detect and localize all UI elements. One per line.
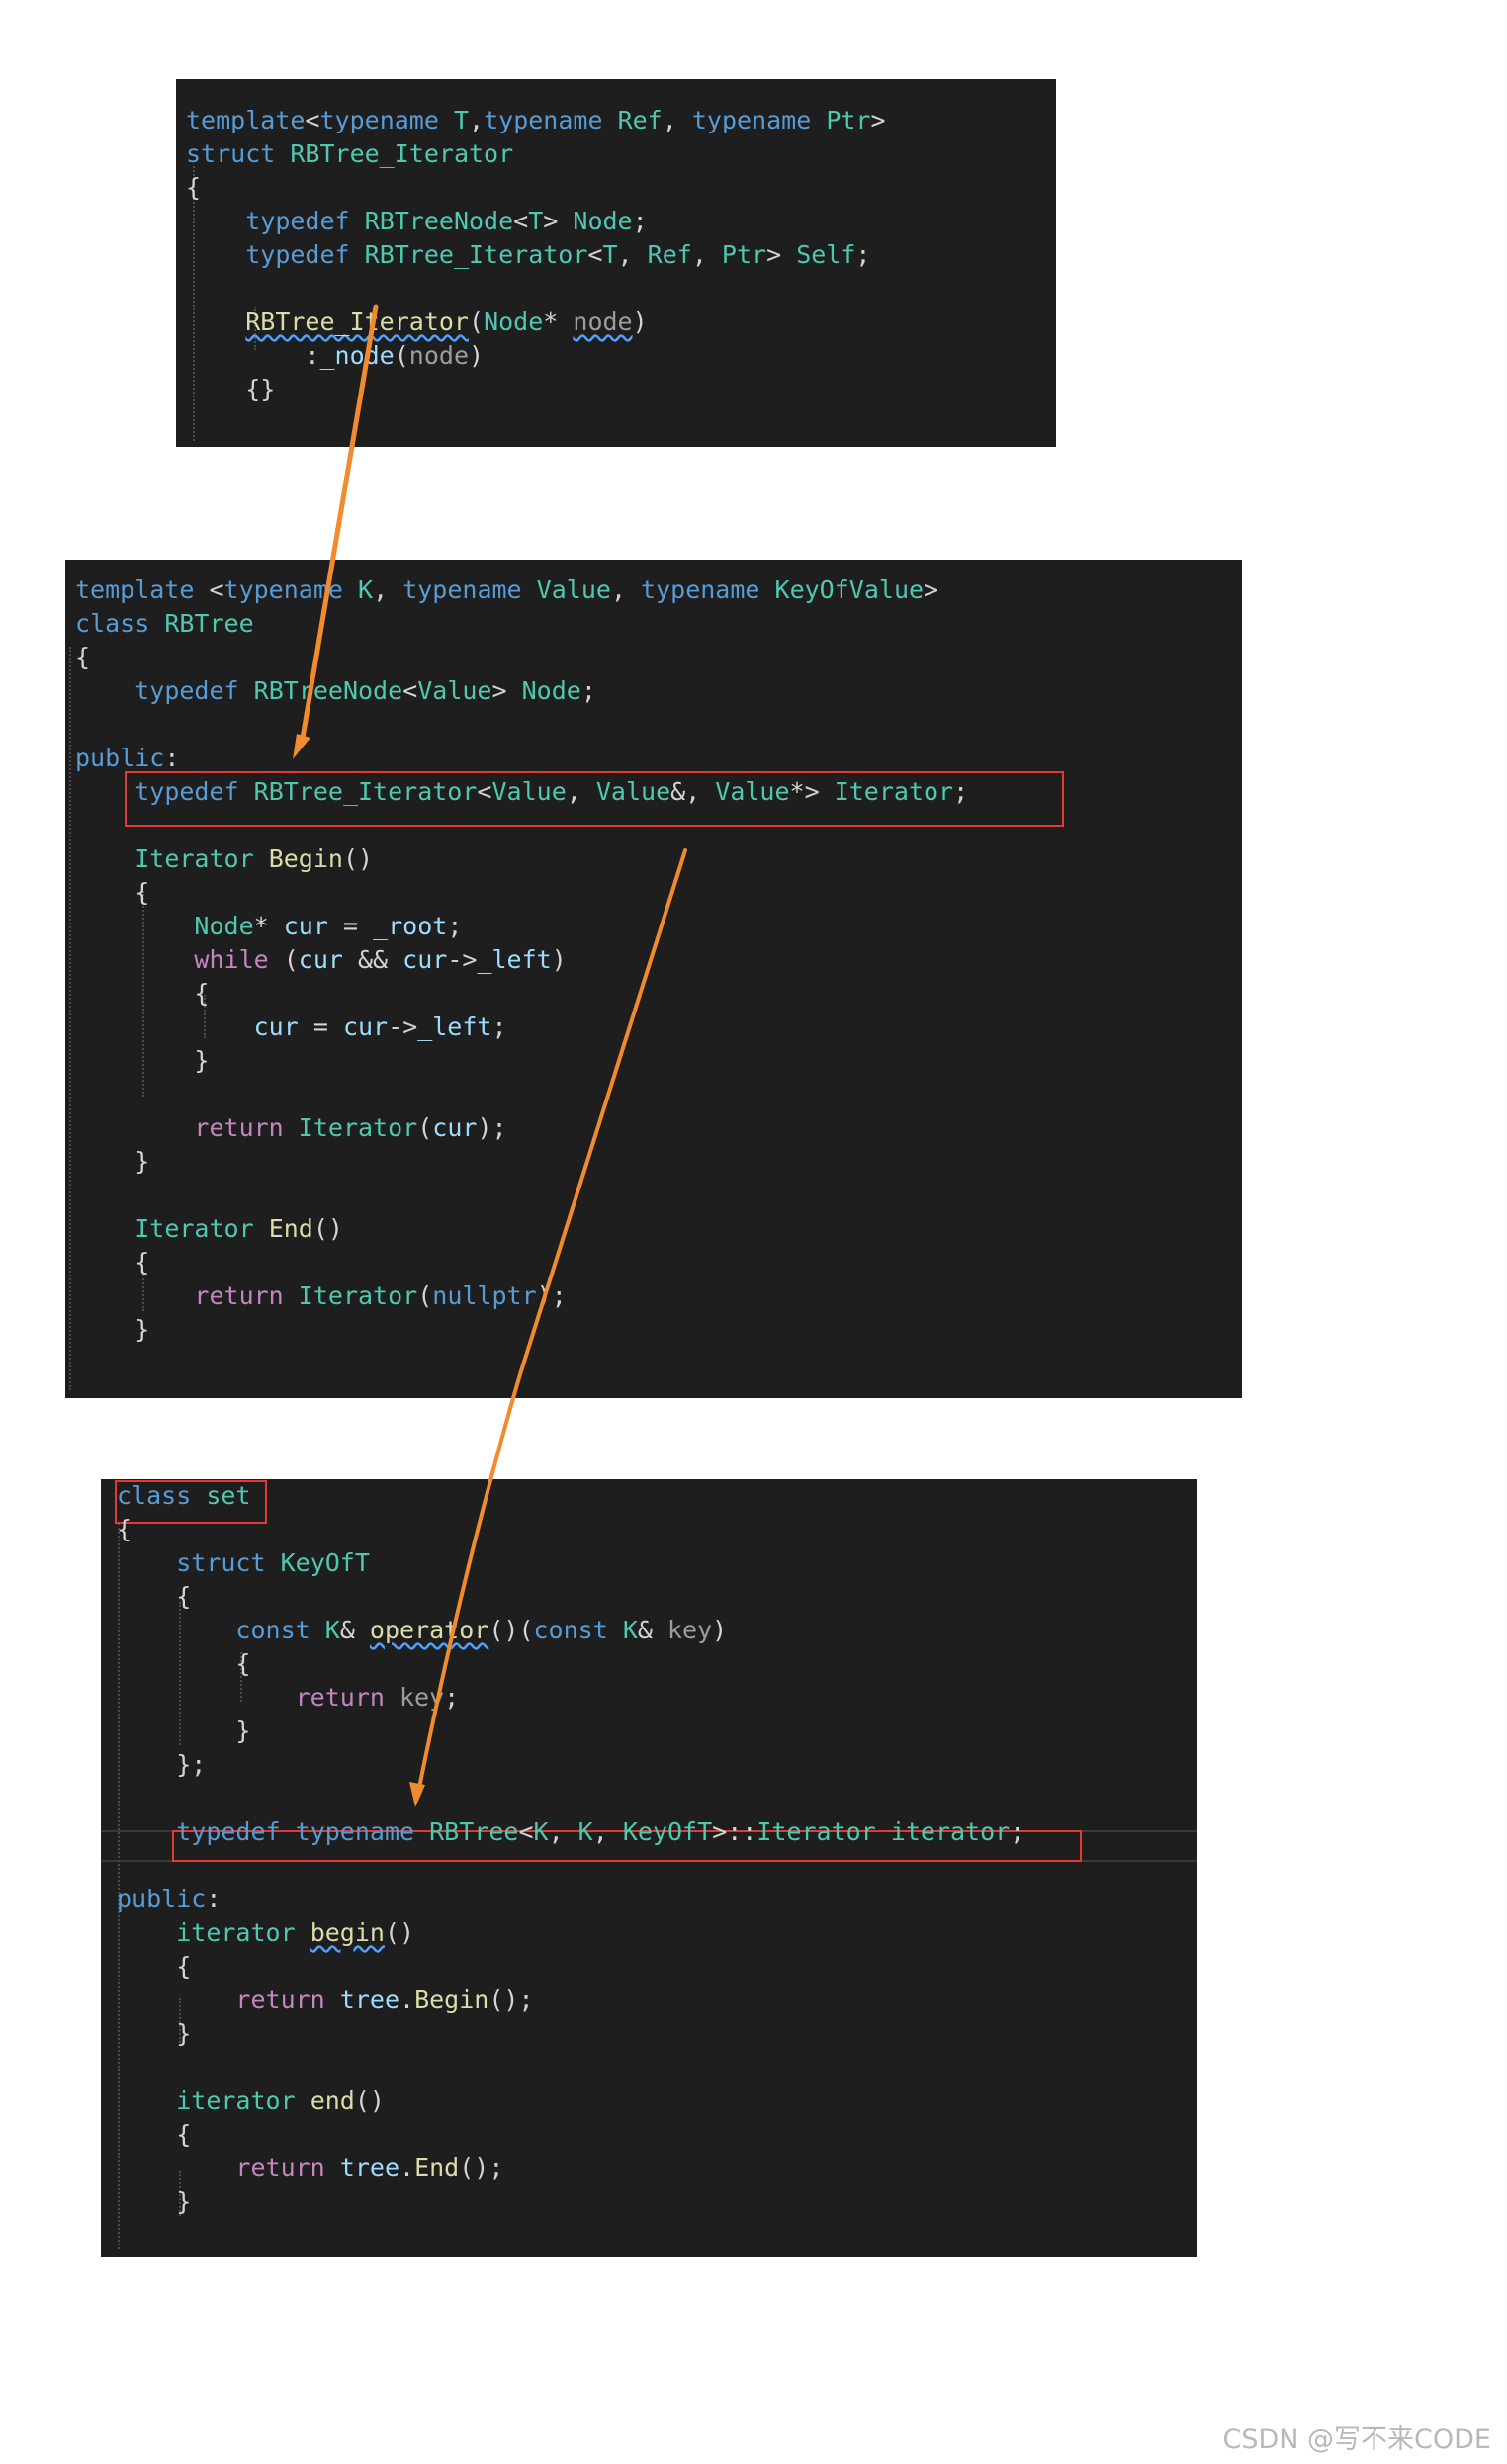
arrow-head (293, 734, 310, 759)
arrow-iterator-to-rbtree (299, 304, 379, 747)
arrow-head (409, 1782, 425, 1807)
watermark: CSDN @写不来CODE (1222, 2424, 1491, 2455)
annotation-arrows (293, 304, 687, 1807)
arrow-rbtree-to-set (417, 848, 687, 1790)
